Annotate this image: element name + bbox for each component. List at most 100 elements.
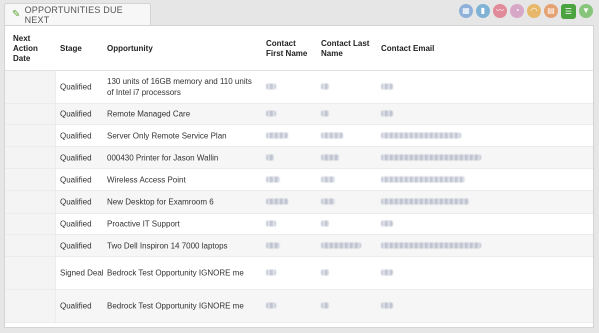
contact-email-cell: [381, 109, 393, 120]
header-next-action-date[interactable]: Next Action Date: [13, 34, 53, 64]
contact-last-name-cell: [321, 174, 335, 185]
redacted-text: [266, 269, 276, 276]
redacted-text: [266, 242, 280, 248]
redacted-text: [381, 110, 393, 117]
contact-first-name-cell: [266, 301, 276, 312]
contact-last-name-cell: [321, 268, 329, 279]
table-row[interactable]: Qualified 000430 Printer for Jason Wallin: [5, 147, 593, 169]
table-body: Qualified 130 units of 16GB memory and 11…: [5, 71, 593, 323]
next-action-date-cell: [5, 235, 56, 256]
contact-last-name-cell: [321, 152, 339, 163]
opportunity-cell[interactable]: Remote Managed Care: [107, 109, 259, 120]
contact-last-name-cell: [321, 197, 335, 208]
widget-tab[interactable]: ✎ OPPORTUNITIES DUE NEXT: [4, 3, 151, 25]
header-stage[interactable]: Stage: [60, 44, 82, 54]
pie-chart-icon[interactable]: ◔: [510, 4, 524, 18]
redacted-text: [381, 242, 481, 248]
redacted-text: [381, 83, 393, 90]
contact-last-name-cell: [321, 240, 361, 251]
table-header: Next Action Date Stage Opportunity Conta…: [5, 26, 593, 71]
pencil-icon[interactable]: ✎: [12, 9, 21, 20]
opportunities-widget: ✎ OPPORTUNITIES DUE NEXT ▦ ▮ 〰 ◔ ◠ ▤ ☰ ▼ Next A…: [0, 0, 599, 333]
redacted-text: [321, 83, 329, 90]
stage-cell: Qualified: [60, 109, 92, 119]
opportunity-cell[interactable]: 000430 Printer for Jason Wallin: [107, 152, 259, 163]
redacted-text: [321, 269, 329, 276]
table-row[interactable]: Qualified New Desktop for Examroom 6: [5, 191, 593, 214]
table-icon[interactable]: ▦: [459, 4, 473, 18]
view-toolbar: ▦ ▮ 〰 ◔ ◠ ▤ ☰ ▼: [459, 4, 593, 20]
table-row[interactable]: Qualified Server Only Remote Service Plan: [5, 125, 593, 147]
next-action-date-cell: [5, 214, 56, 234]
next-action-date-cell: [5, 169, 56, 190]
header-contact-last-name[interactable]: Contact Last Name: [321, 39, 371, 59]
bar-chart-icon[interactable]: ▮: [476, 4, 490, 18]
funnel-icon[interactable]: ▼: [579, 4, 593, 18]
redacted-text: [321, 110, 329, 117]
stage-cell: Qualified: [60, 131, 92, 140]
next-action-date-cell: [5, 147, 56, 168]
contact-first-name-cell: [266, 174, 280, 185]
contact-email-cell: [381, 268, 393, 279]
stage-cell: Qualified: [60, 241, 92, 250]
contact-email-cell: [381, 130, 461, 141]
line-chart-icon[interactable]: 〰: [493, 4, 507, 18]
contact-first-name-cell: [266, 130, 288, 141]
table-row[interactable]: Qualified Remote Managed Care: [5, 104, 593, 125]
header-contact-first-name[interactable]: Contact First Name: [266, 39, 310, 59]
widget-title: OPPORTUNITIES DUE NEXT: [24, 4, 123, 25]
list-icon[interactable]: ☰: [561, 4, 576, 19]
contact-first-name-cell: [266, 197, 288, 208]
header-contact-email[interactable]: Contact Email: [381, 44, 434, 54]
redacted-text: [381, 154, 481, 160]
next-action-date-cell: [5, 257, 56, 289]
opportunities-table: Next Action Date Stage Opportunity Conta…: [5, 26, 593, 323]
table-row[interactable]: Qualified Bedrock Test Opportunity IGNORE…: [5, 290, 593, 323]
next-action-date-cell: [5, 191, 56, 213]
next-action-date-cell: [5, 125, 56, 146]
table-row[interactable]: Qualified Wireless Access Point: [5, 169, 593, 191]
stage-cell: Qualified: [60, 301, 92, 311]
redacted-text: [381, 220, 393, 227]
contact-email-cell: [381, 174, 465, 185]
redacted-text: [266, 302, 276, 309]
table-row[interactable]: Qualified 130 units of 16GB memory and 11…: [5, 71, 593, 104]
redacted-text: [321, 132, 343, 138]
header-opportunity[interactable]: Opportunity: [107, 44, 153, 54]
gauge-icon[interactable]: ◠: [527, 4, 541, 18]
redacted-text: [321, 176, 335, 182]
opportunity-cell[interactable]: Bedrock Test Opportunity IGNORE me: [107, 301, 259, 312]
opportunity-cell[interactable]: Bedrock Test Opportunity IGNORE me: [107, 268, 259, 279]
redacted-text: [266, 220, 276, 227]
redacted-text: [381, 269, 393, 276]
contact-last-name-cell: [321, 109, 329, 120]
stage-cell: Qualified: [60, 82, 92, 92]
opportunity-cell[interactable]: New Desktop for Examroom 6: [107, 197, 259, 208]
redacted-text: [321, 198, 335, 205]
opportunity-cell[interactable]: Wireless Access Point: [107, 174, 259, 185]
next-action-date-cell: [5, 290, 56, 322]
redacted-text: [266, 154, 274, 160]
next-action-date-cell: [5, 71, 56, 103]
stage-cell: Qualified: [60, 153, 92, 162]
opportunity-cell[interactable]: Two Dell Inspiron 14 7000 laptops: [107, 240, 259, 251]
grid-icon[interactable]: ▤: [544, 4, 558, 18]
stage-cell: Signed Deal: [60, 268, 104, 278]
contact-email-cell: [381, 301, 393, 312]
table-row[interactable]: Qualified Proactive IT Support: [5, 214, 593, 235]
table-panel: Next Action Date Stage Opportunity Conta…: [4, 25, 594, 328]
opportunity-cell[interactable]: Proactive IT Support: [107, 219, 259, 230]
table-row[interactable]: Signed Deal Bedrock Test Opportunity IGNO…: [5, 257, 593, 290]
contact-last-name-cell: [321, 219, 329, 230]
opportunity-cell[interactable]: Server Only Remote Service Plan: [107, 130, 259, 141]
table-row[interactable]: Qualified Two Dell Inspiron 14 7000 lapto…: [5, 235, 593, 257]
redacted-text: [321, 242, 361, 248]
contact-first-name-cell: [266, 109, 276, 120]
redacted-text: [266, 198, 288, 205]
redacted-text: [381, 198, 469, 205]
redacted-text: [266, 83, 276, 90]
opportunity-cell[interactable]: 130 units of 16GB memory and 110 units o…: [107, 76, 259, 98]
contact-last-name-cell: [321, 301, 329, 312]
contact-last-name-cell: [321, 82, 329, 93]
contact-first-name-cell: [266, 240, 280, 251]
